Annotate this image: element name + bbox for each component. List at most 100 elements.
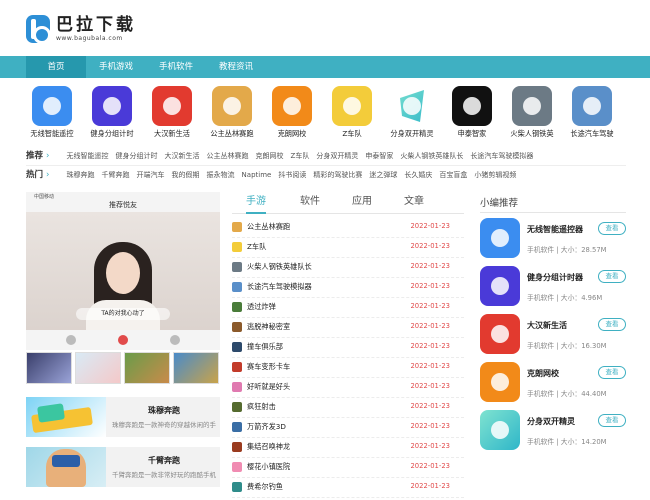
app-tile[interactable]: 长途汽车驾驶 [563,86,621,139]
game-icon [232,262,242,272]
thumbnail[interactable] [75,352,121,384]
tab-software[interactable]: 软件 [300,194,320,214]
recommend-item[interactable]: 克朗网校 手机软件 | 大小：44.40M 查看 [480,362,626,406]
list-item[interactable]: 火柴人钢铁英雄队长 2022-01-23 [232,258,464,278]
app-icon [572,86,612,126]
game-icon [232,422,242,432]
recommend-name: 健身分组计时器 [527,273,583,282]
app-icon [480,314,520,354]
feature-image [26,397,106,437]
main-nav: 首页 手机游戏 手机软件 教程资讯 [0,56,650,78]
recommend-item[interactable]: 分身双开精灵 手机软件 | 大小：14.20M 查看 [480,410,626,454]
list-item[interactable]: 公主丛林赛跑 2022-01-23 [232,218,464,238]
list-item[interactable]: 撞车俱乐部 2022-01-23 [232,338,464,358]
list-item[interactable]: 透过炸弹 2022-01-23 [232,298,464,318]
thumbnail[interactable] [26,352,72,384]
tab-apps[interactable]: 应用 [352,194,372,214]
recommend-tag[interactable]: 公主丛林赛跑 [207,149,249,163]
game-date: 2022-01-23 [410,222,450,230]
app-tile[interactable]: 申泰智家 [443,86,501,139]
hero-bottom-bar [26,330,220,350]
hero-carousel[interactable]: 中国移动 推荐悦友 TA的对我心动了 [26,192,220,350]
app-tile[interactable]: Z车队 [323,86,381,139]
recommend-tag[interactable]: 分身双开精灵 [316,149,358,163]
view-button[interactable]: 查看 [598,318,626,331]
circle-icon [66,335,76,345]
view-button[interactable]: 查看 [598,270,626,283]
recommend-tag[interactable]: 大汉新生活 [165,149,200,163]
hot-tag[interactable]: 百宝盲盒 [439,168,467,182]
list-item[interactable]: 赛车变形卡车 2022-01-23 [232,358,464,378]
app-tile[interactable]: 火柴人钢铁英 [503,86,561,139]
view-button[interactable]: 查看 [598,414,626,427]
app-tile[interactable]: 健身分组计时 [83,86,141,139]
app-name: 克朗网校 [277,129,307,138]
app-tile[interactable]: 分身双开精灵 [383,86,441,139]
app-tile[interactable]: 大汉新生活 [143,86,201,139]
tab-games[interactable]: 手游 [246,194,266,214]
list-item[interactable]: 樱花小镇医院 2022-01-23 [232,458,464,478]
app-name: 火柴人钢铁英 [510,129,554,138]
recommend-tag[interactable]: 克朗网校 [256,149,284,163]
logo-url: www.bagubala.com [56,35,123,42]
nav-mobile-software[interactable]: 手机软件 [146,56,206,78]
tab-articles[interactable]: 文章 [404,194,424,214]
app-icon [332,86,372,126]
hot-tag[interactable]: 振永物流 [207,168,235,182]
recommend-tag[interactable]: 长途汽车驾驶模拟器 [470,149,533,163]
list-item[interactable]: 逃脱神秘密室 2022-01-23 [232,318,464,338]
app-tile[interactable]: 克朗网校 [263,86,321,139]
app-icon [92,86,132,126]
view-button[interactable]: 查看 [598,366,626,379]
hot-tag[interactable]: 开端汽车 [137,168,165,182]
game-name: 公主丛林赛跑 [247,222,291,231]
feature-title: 千臂奔跑 [148,456,180,465]
hot-tag[interactable]: 抖书阅读 [278,168,306,182]
recommend-name: 大汉新生活 [527,321,567,330]
app-icon [212,86,252,126]
thumbnail[interactable] [173,352,219,384]
recommend-tag[interactable]: 无线智能遥控 [67,149,109,163]
view-button[interactable]: 查看 [598,222,626,235]
list-item[interactable]: 疯狂射击 2022-01-23 [232,398,464,418]
hot-tag[interactable]: 珠穆奔跑 [67,168,95,182]
circle-icon [170,335,180,345]
game-date: 2022-01-23 [410,462,450,470]
game-date: 2022-01-23 [410,402,450,410]
list-item[interactable]: 集结召唤神龙 2022-01-23 [232,438,464,458]
hot-tag[interactable]: Naptime [242,168,272,182]
list-item[interactable]: 万箭齐发3D 2022-01-23 [232,418,464,438]
feature-card[interactable]: 珠穆奔跑 珠穆奔跑是一款神奇的穿越休闲的手机... [26,397,220,437]
list-item[interactable]: 好听就是好头 2022-01-23 [232,378,464,398]
recommend-item[interactable]: 健身分组计时器 手机软件 | 大小：4.96M 查看 [480,266,626,310]
hot-tag[interactable]: 精彩的驾驶比赛 [313,168,362,182]
list-item[interactable]: Z车队 2022-01-23 [232,238,464,258]
recommend-tag[interactable]: 申泰智家 [365,149,393,163]
recommend-tag[interactable]: 健身分组计时 [116,149,158,163]
game-icon [232,222,242,232]
recommend-item[interactable]: 大汉新生活 手机软件 | 大小：16.30M 查看 [480,314,626,358]
circle-icon [118,335,128,345]
thumbnail[interactable] [124,352,170,384]
nav-tutorials[interactable]: 教程资讯 [206,56,266,78]
nav-home[interactable]: 首页 [26,56,86,78]
recommend-tag[interactable]: Z车队 [291,149,310,163]
hot-tag-row: 热门 › 珠穆奔跑 千臂奔跑 开端汽车 我的假期 振永物流 Naptime 抖书阅读 精彩的驾… [26,168,626,182]
game-date: 2022-01-23 [410,422,450,430]
feature-card[interactable]: 千臂奔跑 千臂奔跑是一款非常好玩的跑酷手机游... [26,447,220,487]
site-logo[interactable]: 巴拉下载 www.bagubala.com [26,12,146,46]
recommend-item[interactable]: 无线智能遥控器 手机软件 | 大小：28.57M 查看 [480,218,626,262]
list-item[interactable]: 费希尔钓鱼 2022-01-23 [232,478,464,498]
nav-mobile-games[interactable]: 手机游戏 [86,56,146,78]
app-tile[interactable]: 公主丛林赛跑 [203,86,261,139]
hot-tag[interactable]: 我的假期 [172,168,200,182]
hot-tag[interactable]: 小猪剪辑视频 [474,168,516,182]
recommend-tag[interactable]: 火柴人钢铁英雄队长 [400,149,463,163]
hot-tag[interactable]: 长久婚庆 [404,168,432,182]
game-icon [232,402,242,412]
list-item[interactable]: 长途汽车驾驶模拟器 2022-01-23 [232,278,464,298]
hot-tag[interactable]: 迷之弹球 [369,168,397,182]
hot-tag[interactable]: 千臂奔跑 [102,168,130,182]
game-icon [232,322,242,332]
app-tile[interactable]: 无线智能遥控 [23,86,81,139]
